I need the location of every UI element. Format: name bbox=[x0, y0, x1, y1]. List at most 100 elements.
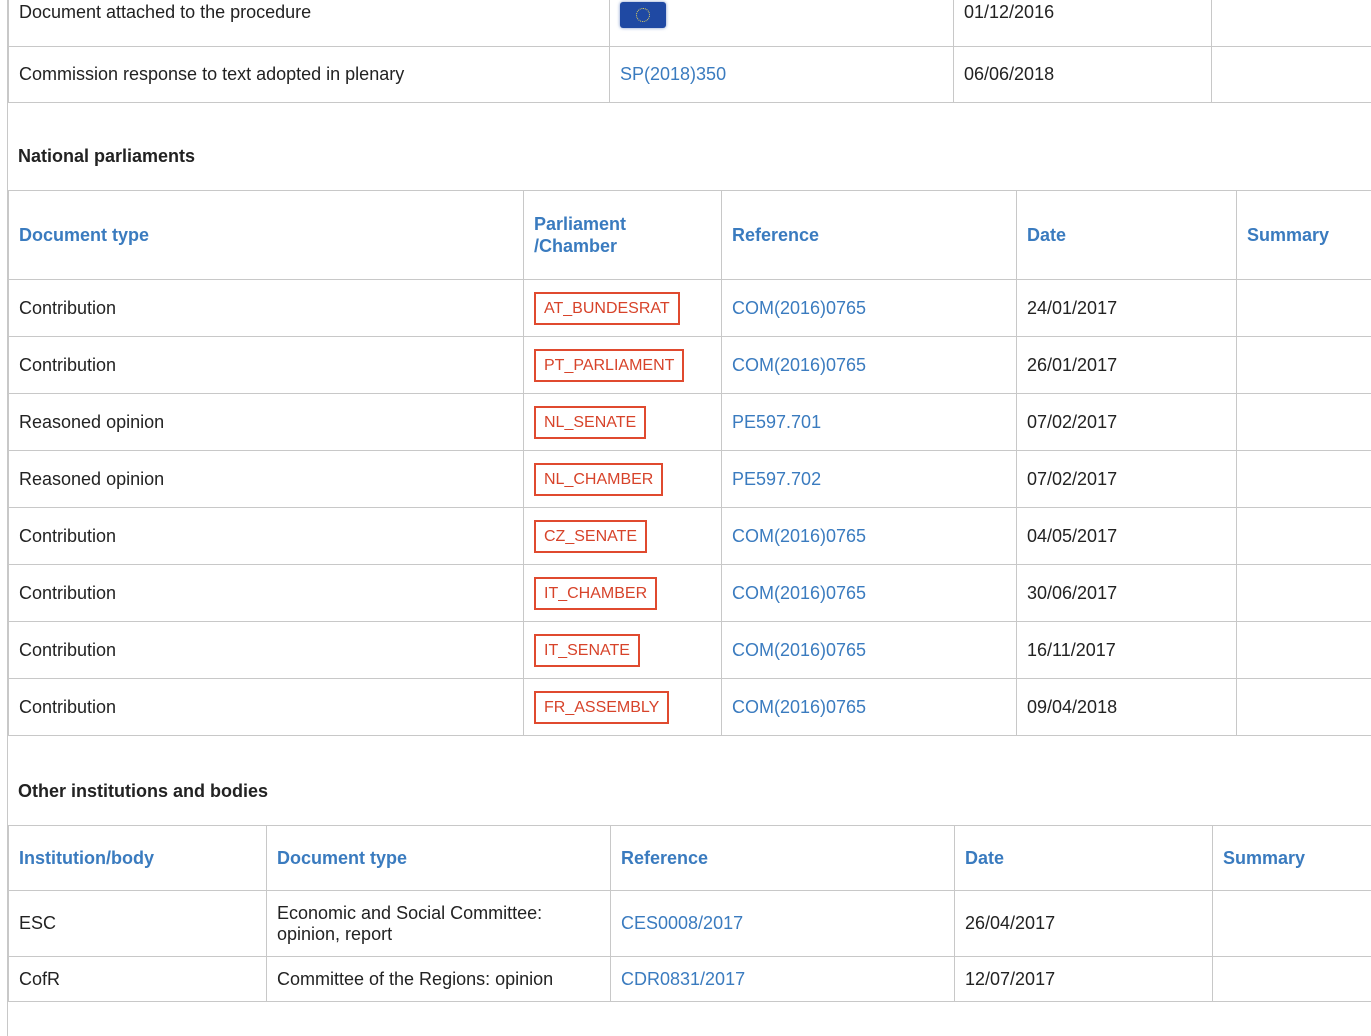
parliament-cell: IT_CHAMBER bbox=[523, 564, 722, 622]
summary-cell bbox=[1236, 336, 1371, 394]
header-parliament-chamber[interactable]: Parliament /Chamber bbox=[523, 190, 722, 280]
table-row: Contribution FR_ASSEMBLY COM(2016)0765 0… bbox=[8, 678, 1371, 736]
summary-cell bbox=[1236, 621, 1371, 679]
table-row: Contribution IT_SENATE COM(2016)0765 16/… bbox=[8, 621, 1371, 679]
eu-flag-icon[interactable] bbox=[620, 2, 666, 28]
parliament-chip[interactable]: NL_SENATE bbox=[534, 405, 647, 439]
reference-cell: CDR0831/2017 bbox=[610, 956, 955, 1002]
header-date[interactable]: Date bbox=[1016, 190, 1237, 280]
header-summary[interactable]: Summary bbox=[1236, 190, 1371, 280]
reference-cell: COM(2016)0765 bbox=[721, 564, 1017, 622]
doc-type-cell: Contribution bbox=[8, 279, 524, 337]
doc-type-cell: Contribution bbox=[8, 336, 524, 394]
parliament-chip[interactable]: IT_SENATE bbox=[534, 633, 640, 667]
doc-type-cell: Commission response to text adopted in p… bbox=[8, 46, 610, 103]
parliament-cell: NL_SENATE bbox=[523, 393, 722, 451]
date-cell: 16/11/2017 bbox=[1016, 621, 1237, 679]
table-row: Document attached to the procedure 01/12… bbox=[8, 0, 1371, 47]
reference-cell bbox=[609, 0, 954, 47]
parliament-chip[interactable]: NL_CHAMBER bbox=[534, 462, 664, 496]
header-date[interactable]: Date bbox=[954, 825, 1213, 891]
reference-link[interactable]: COM(2016)0765 bbox=[732, 583, 866, 603]
parliament-cell: IT_SENATE bbox=[523, 621, 722, 679]
national-parliaments-heading: National parliaments bbox=[18, 146, 196, 166]
institution-cell: ESC bbox=[8, 890, 267, 957]
reference-cell: COM(2016)0765 bbox=[721, 279, 1017, 337]
date-cell: 09/04/2018 bbox=[1016, 678, 1237, 736]
reference-link[interactable]: PE597.701 bbox=[732, 412, 821, 432]
reference-link[interactable]: COM(2016)0765 bbox=[732, 697, 866, 717]
reference-cell: COM(2016)0765 bbox=[721, 678, 1017, 736]
national-parliaments-table: Document type Parliament /Chamber Refere… bbox=[8, 190, 1371, 736]
table-row: CofR Committee of the Regions: opinion C… bbox=[8, 956, 1371, 1002]
date-cell: 30/06/2017 bbox=[1016, 564, 1237, 622]
doc-type-cell: Document attached to the procedure bbox=[8, 0, 610, 47]
table-row: Commission response to text adopted in p… bbox=[8, 46, 1371, 103]
parliament-chip[interactable]: FR_ASSEMBLY bbox=[534, 690, 670, 724]
reference-cell: SP(2018)350 bbox=[609, 46, 954, 103]
summary-cell bbox=[1236, 507, 1371, 565]
date-cell: 26/04/2017 bbox=[954, 890, 1213, 957]
parliament-chip[interactable]: IT_CHAMBER bbox=[534, 576, 658, 610]
reference-link[interactable]: PE597.702 bbox=[732, 469, 821, 489]
reference-link[interactable]: COM(2016)0765 bbox=[732, 640, 866, 660]
header-summary[interactable]: Summary bbox=[1212, 825, 1371, 891]
reference-link[interactable]: COM(2016)0765 bbox=[732, 526, 866, 546]
institution-cell: CofR bbox=[8, 956, 267, 1002]
reference-cell: COM(2016)0765 bbox=[721, 621, 1017, 679]
reference-cell: PE597.701 bbox=[721, 393, 1017, 451]
doc-type-cell: Reasoned opinion bbox=[8, 393, 524, 451]
reference-cell: COM(2016)0765 bbox=[721, 336, 1017, 394]
table-row: Contribution CZ_SENATE COM(2016)0765 04/… bbox=[8, 507, 1371, 565]
page: Document attached to the procedure 01/12… bbox=[7, 0, 1371, 1036]
table-row: Reasoned opinion NL_CHAMBER PE597.702 07… bbox=[8, 450, 1371, 508]
summary-cell bbox=[1236, 279, 1371, 337]
reference-cell: PE597.702 bbox=[721, 450, 1017, 508]
reference-link[interactable]: COM(2016)0765 bbox=[732, 355, 866, 375]
parliament-cell: PT_PARLIAMENT bbox=[523, 336, 722, 394]
doc-type-cell: Contribution bbox=[8, 564, 524, 622]
doc-type-cell: Economic and Social Committee: opinion, … bbox=[266, 890, 611, 957]
table-header-row: Institution/body Document type Reference… bbox=[8, 825, 1371, 891]
date-cell: 01/12/2016 bbox=[953, 0, 1212, 47]
reference-cell: COM(2016)0765 bbox=[721, 507, 1017, 565]
parliament-cell: FR_ASSEMBLY bbox=[523, 678, 722, 736]
doc-type-cell: Reasoned opinion bbox=[8, 450, 524, 508]
table-row: Reasoned opinion NL_SENATE PE597.701 07/… bbox=[8, 393, 1371, 451]
summary-cell bbox=[1212, 890, 1371, 957]
other-institutions-heading: Other institutions and bodies bbox=[18, 781, 269, 801]
summary-cell bbox=[1236, 393, 1371, 451]
date-cell: 07/02/2017 bbox=[1016, 450, 1237, 508]
date-cell: 24/01/2017 bbox=[1016, 279, 1237, 337]
parliament-chip[interactable]: CZ_SENATE bbox=[534, 519, 648, 553]
reference-link[interactable]: CDR0831/2017 bbox=[621, 969, 745, 989]
table-row: Contribution IT_CHAMBER COM(2016)0765 30… bbox=[8, 564, 1371, 622]
reference-link[interactable]: COM(2016)0765 bbox=[732, 298, 866, 318]
parliament-cell: NL_CHAMBER bbox=[523, 450, 722, 508]
header-document-type[interactable]: Document type bbox=[266, 825, 611, 891]
summary-cell bbox=[1211, 0, 1371, 47]
doc-type-cell: Contribution bbox=[8, 507, 524, 565]
table-row: Contribution PT_PARLIAMENT COM(2016)0765… bbox=[8, 336, 1371, 394]
parliament-chip[interactable]: AT_BUNDESRAT bbox=[534, 291, 680, 325]
reference-link[interactable]: CES0008/2017 bbox=[621, 913, 743, 933]
doc-type-cell: Committee of the Regions: opinion bbox=[266, 956, 611, 1002]
header-reference[interactable]: Reference bbox=[721, 190, 1017, 280]
parliament-chip[interactable]: PT_PARLIAMENT bbox=[534, 348, 685, 382]
header-document-type[interactable]: Document type bbox=[8, 190, 524, 280]
table-row: ESC Economic and Social Committee: opini… bbox=[8, 890, 1371, 957]
parliament-cell: AT_BUNDESRAT bbox=[523, 279, 722, 337]
other-institutions-table: Institution/body Document type Reference… bbox=[8, 825, 1371, 1002]
doc-type-cell: Contribution bbox=[8, 678, 524, 736]
summary-cell bbox=[1211, 46, 1371, 103]
parliament-cell: CZ_SENATE bbox=[523, 507, 722, 565]
summary-cell bbox=[1236, 450, 1371, 508]
date-cell: 07/02/2017 bbox=[1016, 393, 1237, 451]
table-row: Contribution AT_BUNDESRAT COM(2016)0765 … bbox=[8, 279, 1371, 337]
doc-type-cell: Contribution bbox=[8, 621, 524, 679]
header-institution[interactable]: Institution/body bbox=[8, 825, 267, 891]
header-reference[interactable]: Reference bbox=[610, 825, 955, 891]
date-cell: 26/01/2017 bbox=[1016, 336, 1237, 394]
commission-documents-table: Document attached to the procedure 01/12… bbox=[8, 0, 1371, 103]
reference-link[interactable]: SP(2018)350 bbox=[620, 64, 726, 84]
